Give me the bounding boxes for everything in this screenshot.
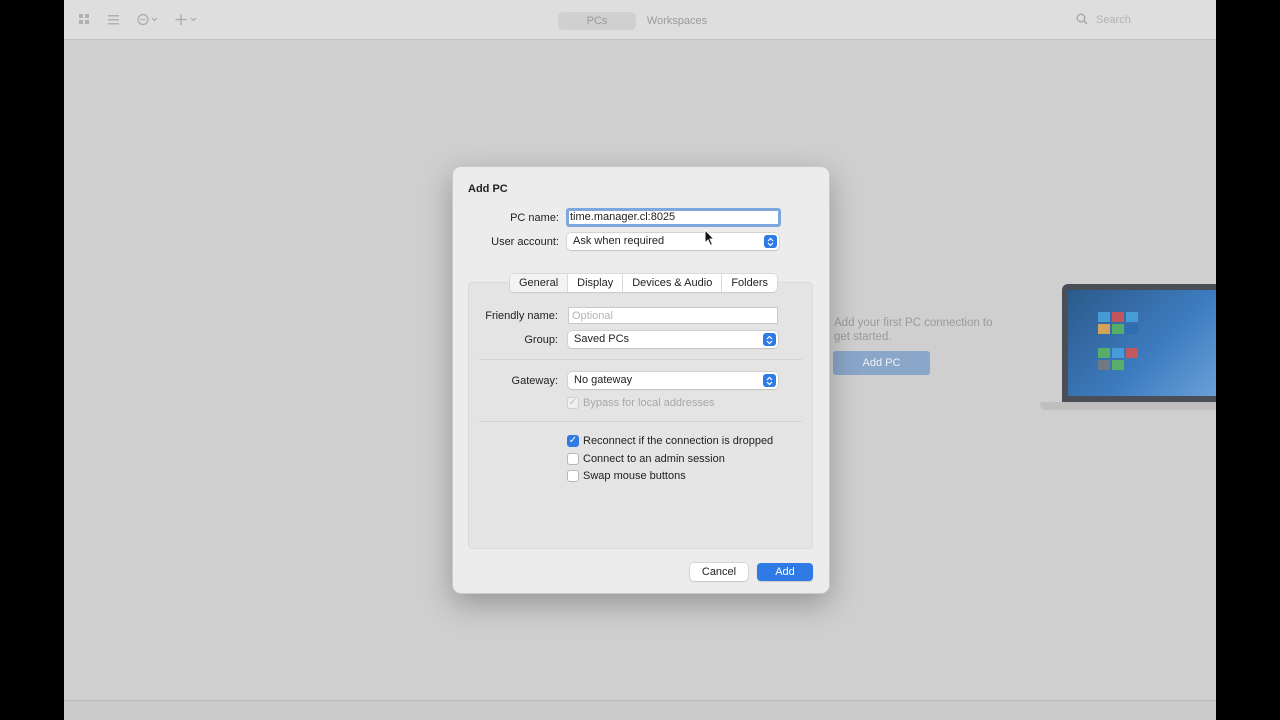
search-placeholder: Search: [1096, 14, 1131, 26]
tab-display[interactable]: Display: [567, 274, 622, 292]
gateway-select[interactable]: No gateway: [568, 372, 778, 389]
swap-mouse-label: Swap mouse buttons: [583, 470, 686, 482]
gateway-value: No gateway: [574, 374, 633, 386]
admin-session-checkbox[interactable]: [567, 453, 579, 465]
add-pc-button[interactable]: Add PC: [833, 351, 930, 375]
chevron-updown-icon: [763, 333, 776, 346]
chevron-updown-icon: [764, 235, 777, 248]
tab-devices-audio[interactable]: Devices & Audio: [622, 274, 721, 292]
divider: [479, 421, 802, 422]
tab-folders[interactable]: Folders: [721, 274, 777, 292]
bypass-local-checkbox[interactable]: ✓: [567, 397, 579, 409]
status-bar: [64, 700, 1216, 720]
tab-pcs[interactable]: PCs: [558, 12, 636, 30]
group-value: Saved PCs: [574, 333, 630, 345]
bypass-local-label: Bypass for local addresses: [583, 397, 715, 409]
divider: [479, 359, 802, 360]
laptop-lid: [1062, 284, 1216, 402]
laptop-base: [1040, 402, 1216, 410]
friendly-name-label: Friendly name:: [485, 310, 558, 322]
group-label: Group:: [524, 334, 558, 346]
add-icon[interactable]: [175, 13, 199, 28]
pc-name-field[interactable]: time.manager.cl:8025: [566, 208, 781, 227]
swap-mouse-checkbox[interactable]: [567, 470, 579, 482]
laptop-screen: [1068, 290, 1216, 396]
list-view-icon[interactable]: [108, 14, 119, 27]
laptop-illustration: [1040, 284, 1216, 424]
mouse-cursor-icon: [704, 229, 716, 247]
settings-panel: Friendly name: Optional Group: Saved PCs…: [468, 282, 813, 549]
user-account-select[interactable]: Ask when required: [567, 233, 779, 250]
search-icon: [1076, 13, 1088, 28]
tab-general[interactable]: General: [510, 274, 568, 292]
grid-view-icon[interactable]: [79, 14, 90, 27]
add-button[interactable]: Add: [757, 563, 813, 581]
toolbar: PCs Workspaces Search: [64, 0, 1216, 40]
empty-state-message: Add your first PC connection to get star…: [834, 317, 993, 343]
reconnect-checkbox[interactable]: ✓: [567, 435, 579, 447]
chevron-updown-icon: [763, 374, 776, 387]
tab-workspaces[interactable]: Workspaces: [638, 12, 716, 30]
cancel-button[interactable]: Cancel: [690, 563, 748, 581]
dialog-title: Add PC: [468, 183, 508, 195]
pc-name-label: PC name:: [510, 212, 559, 224]
user-account-label: User account:: [491, 236, 559, 248]
gateway-label: Gateway:: [511, 375, 558, 387]
group-select[interactable]: Saved PCs: [568, 331, 778, 348]
friendly-name-field[interactable]: Optional: [568, 307, 778, 324]
reconnect-label: Reconnect if the connection is dropped: [583, 435, 774, 447]
settings-tabs: General Display Devices & Audio Folders: [510, 274, 778, 292]
search-field[interactable]: Search: [1072, 12, 1192, 30]
add-pc-dialog: Add PC PC name: time.manager.cl:8025 Use…: [452, 166, 830, 594]
more-options-icon[interactable]: [137, 13, 159, 28]
user-account-value: Ask when required: [573, 235, 665, 247]
admin-session-label: Connect to an admin session: [583, 453, 725, 465]
